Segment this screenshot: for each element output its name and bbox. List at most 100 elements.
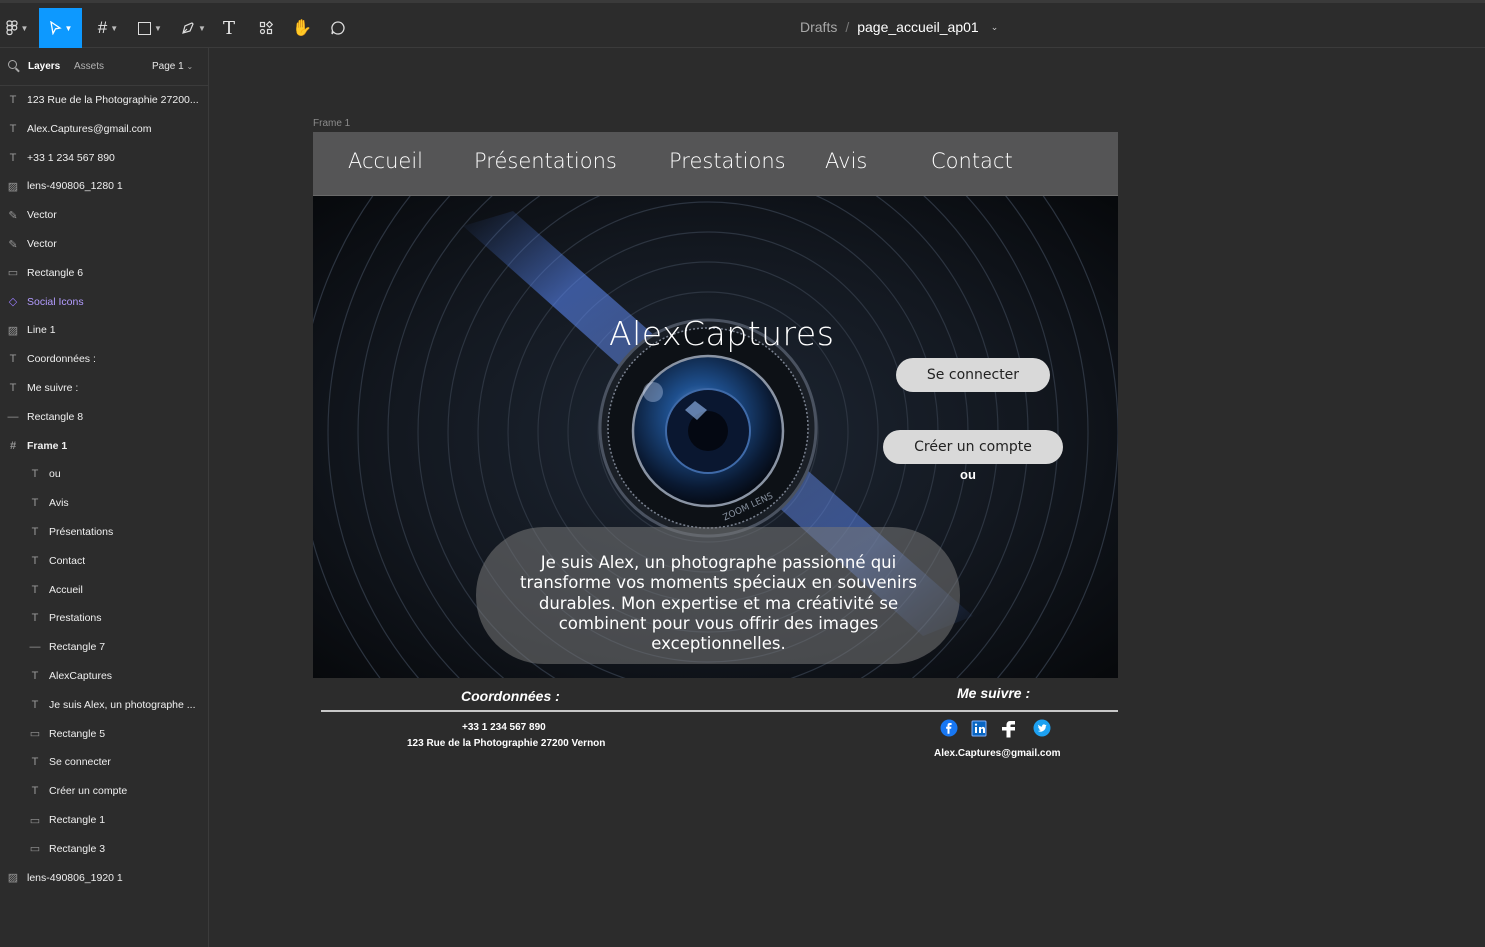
layer-row[interactable]: ▭ Rectangle 6 (0, 259, 208, 287)
hand-tool-button[interactable]: ✋ (290, 8, 314, 48)
nav-prestations[interactable]: Prestations (669, 149, 786, 173)
rectangle-layer-icon: ▭ (29, 814, 41, 827)
layer-row[interactable]: ▭ Rectangle 1 (0, 806, 208, 834)
layer-label: Coordonnées : (27, 353, 96, 366)
linkedin-icon[interactable] (969, 718, 989, 738)
footer-email: Alex.Captures@gmail.com (934, 748, 1061, 759)
text-layer-icon: T (31, 698, 39, 711)
frame-1[interactable]: Accueil Présentations Prestations Avis C… (313, 132, 1118, 678)
breadcrumb-drafts[interactable]: Drafts (800, 19, 837, 35)
nav-contact[interactable]: Contact (931, 149, 1013, 173)
layer-row[interactable]: ▨ lens-490806_1920 1 (0, 864, 208, 892)
twitter-icon[interactable] (1032, 718, 1052, 738)
text-layer-icon: T (9, 94, 17, 106)
rectangle-layer-icon: ▭ (7, 267, 19, 280)
layer-row[interactable]: T +33 1 234 567 890 (0, 144, 208, 172)
layer-row[interactable]: ✎ Vector (0, 230, 208, 258)
move-tool-button[interactable]: ▼ (39, 8, 82, 48)
page-selector[interactable]: Page 1 ⌄ (152, 61, 193, 72)
layer-label: Créer un compte (49, 785, 128, 798)
site-footer: Coordonnées : Me suivre : +33 1 234 567 … (313, 678, 1118, 778)
layer-row[interactable]: T Je suis Alex, un photographe ... (0, 691, 208, 719)
layer-row[interactable]: T Accueil (0, 576, 208, 604)
text-t-icon: T (222, 17, 235, 39)
layer-row[interactable]: T Avis (0, 489, 208, 517)
text-tool-button[interactable]: T (218, 8, 240, 48)
layer-row[interactable]: T Alex.Captures@gmail.com (0, 115, 208, 143)
layer-row[interactable]: T 123 Rue de la Photographie 27200... (0, 86, 208, 114)
layer-label: Avis (49, 497, 69, 510)
brand-title: AlexCaptures (609, 314, 835, 353)
layer-row[interactable]: ✎ Vector (0, 201, 208, 229)
text-layer-icon: T (9, 151, 17, 164)
layer-row[interactable]: T Prestations (0, 604, 208, 632)
layer-label: Line 1 (27, 324, 56, 337)
footer-address: 123 Rue de la Photographie 27200 Vernon (407, 738, 606, 749)
layer-label: Présentations (49, 526, 114, 538)
layer-row[interactable]: # Frame 1 (0, 432, 208, 460)
search-icon[interactable] (8, 60, 17, 69)
layer-label: +33 1 234 567 890 (27, 151, 115, 164)
tab-assets[interactable]: Assets (74, 61, 104, 72)
top-toolbar: ▼ ▼ # ▼ ▼ ▼ T ✋ Drafts / page_accueil_ap… (0, 0, 1485, 48)
component-layer-icon: ◇ (8, 296, 18, 309)
nav-avis[interactable]: Avis (825, 149, 867, 173)
text-layer-icon: T (31, 468, 39, 481)
layers-panel-header: Layers Assets Page 1 ⌄ (0, 48, 208, 86)
image-layer-icon: ▨ (7, 324, 19, 337)
layer-row[interactable]: T Présentations (0, 518, 208, 546)
layer-label: Rectangle 7 (49, 641, 106, 654)
layer-label: Rectangle 5 (49, 727, 106, 740)
layer-label: Accueil (49, 583, 83, 596)
text-layer-icon: T (31, 670, 39, 682)
layer-row[interactable]: T Contact (0, 547, 208, 575)
nav-accueil[interactable]: Accueil (348, 149, 423, 173)
image-layer-icon: ▨ (7, 872, 19, 885)
layer-row[interactable]: T Me suivre : (0, 374, 208, 402)
layer-row[interactable]: T Se connecter (0, 748, 208, 776)
layer-row[interactable]: T Créer un compte (0, 777, 208, 805)
chevron-down-icon: ⌄ (186, 62, 194, 71)
text-layer-icon: T (31, 756, 39, 769)
layer-label: Rectangle 3 (49, 842, 106, 855)
comment-tool-button[interactable] (326, 8, 350, 48)
frame-label[interactable]: Frame 1 (313, 118, 350, 129)
nav-presentations[interactable]: Présentations (474, 149, 617, 173)
frame-tool-button[interactable]: # ▼ (92, 8, 124, 48)
tab-layers[interactable]: Layers (28, 61, 60, 72)
shape-tool-button[interactable]: ▼ (134, 8, 166, 48)
layer-row[interactable]: ▭ Rectangle 5 (0, 720, 208, 748)
layer-row[interactable]: Tou (0, 460, 208, 488)
layer-label: Prestations (49, 612, 102, 625)
chevron-down-icon: ▼ (110, 23, 119, 33)
layer-row[interactable]: T Coordonnées : (0, 345, 208, 373)
pen-icon (182, 21, 194, 34)
resources-tool-button[interactable] (254, 8, 278, 48)
cursor-icon (49, 21, 62, 35)
layer-row[interactable]: — Rectangle 8 (0, 403, 208, 431)
layer-row[interactable]: — Rectangle 7 (0, 633, 208, 661)
chevron-down-icon: ▼ (20, 23, 29, 33)
chevron-down-icon[interactable]: ⌄ (991, 22, 999, 33)
main-menu-button[interactable]: ▼ (2, 8, 32, 48)
facebook-icon[interactable] (939, 718, 959, 738)
login-button[interactable]: Se connecter (896, 358, 1050, 392)
image-layer-icon: ▨ (7, 180, 19, 193)
facebook-f-icon[interactable] (999, 718, 1019, 738)
layer-row[interactable]: ◇ Social Icons (0, 288, 208, 316)
signup-button[interactable]: Créer un compte (883, 430, 1063, 464)
breadcrumb-file-name[interactable]: page_accueil_ap01 (857, 19, 978, 35)
layer-row[interactable]: ▨ Line 1 (0, 316, 208, 344)
layer-label: Me suivre : (27, 382, 79, 394)
layer-row[interactable]: ▨ lens-490806_1280 1 (0, 172, 208, 200)
layer-row[interactable]: ▭ Rectangle 3 (0, 835, 208, 863)
chevron-down-icon: ▼ (64, 23, 73, 33)
figma-logo-icon (5, 20, 18, 36)
layer-row[interactable]: T AlexCaptures (0, 662, 208, 690)
line-layer-icon: — (29, 641, 41, 654)
breadcrumb: Drafts / page_accueil_ap01 ⌄ (800, 19, 998, 35)
pen-tool-button[interactable]: ▼ (176, 8, 210, 48)
line-layer-icon: — (7, 410, 19, 423)
layer-label: Je suis Alex, un photographe ... (49, 698, 196, 711)
layer-label: Social Icons (27, 295, 84, 308)
